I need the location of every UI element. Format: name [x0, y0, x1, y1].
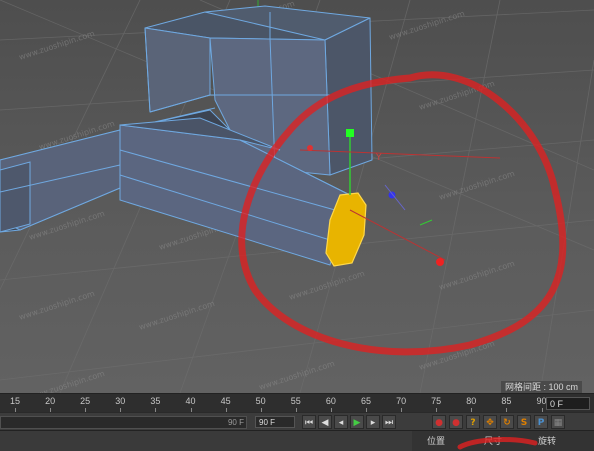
timeline-tick-label: 80	[466, 396, 477, 406]
3d-viewport[interactable]: www.zuoshipin.com www.zuoshipin.com www.…	[0, 0, 594, 393]
timeline-tick-label: 20	[45, 396, 56, 406]
record-icon[interactable]: ●	[432, 415, 446, 429]
gizmo-y-handle[interactable]	[346, 129, 354, 137]
playback-bar: 90 F 90 F ⏮ ◀ ◂ ▶ ▸ ⏭ ● ●? ✥ ↻ S P ▦	[0, 412, 594, 431]
goto-end-icon[interactable]: ⏭	[382, 415, 396, 429]
red-annotation-stroke	[457, 437, 538, 450]
watermark: www.zuoshipin.com	[138, 299, 216, 332]
gizmo-plane[interactable]	[419, 219, 433, 226]
timeline-tick-label: 15	[9, 396, 21, 406]
frame-range-slider[interactable]: 90 F	[0, 416, 247, 429]
timeline-tick-label: 50	[255, 396, 266, 406]
move-key-icon[interactable]: ✥	[483, 415, 497, 429]
grid-spacing-label: 网格间距 : 100 cm	[500, 381, 582, 393]
keyframe-icon[interactable]: ?	[466, 415, 480, 429]
watermark: www.zuoshipin.com	[258, 359, 336, 392]
gizmo-z-axis[interactable]	[384, 184, 406, 211]
tab-position[interactable]: 位置	[427, 434, 445, 447]
rotate-key-icon[interactable]: ↻	[500, 415, 514, 429]
timeline-tick-label: 70	[396, 396, 407, 406]
viewport-scene[interactable]: www.zuoshipin.com www.zuoshipin.com www.…	[0, 0, 594, 393]
timeline-tick-label: 30	[115, 396, 126, 406]
timeline-tick-label: 90	[536, 396, 547, 406]
watermark: www.zuoshipin.com	[438, 259, 516, 292]
attributes-panel: 位置 尺寸 旋转	[0, 430, 594, 451]
watermark: www.zuoshipin.com	[418, 79, 496, 112]
autokey-icon[interactable]: ●	[449, 415, 463, 429]
param-key-icon[interactable]: P	[534, 415, 548, 429]
watermark: www.zuoshipin.com	[388, 9, 466, 42]
timeline-tick-label: 55	[290, 396, 301, 406]
watermark: www.zuoshipin.com	[438, 169, 516, 202]
play-icon[interactable]: ▶	[350, 415, 364, 429]
current-frame-field[interactable]: 0 F	[546, 397, 590, 410]
gizmo-x-handle[interactable]	[307, 145, 313, 151]
axis-y-text: Y	[375, 153, 382, 163]
next-frame-icon[interactable]: ▸	[366, 415, 380, 429]
prev-key-icon[interactable]: ◀	[318, 415, 332, 429]
timeline-tick-label: 35	[150, 396, 161, 406]
gizmo-x-handle[interactable]	[436, 258, 444, 266]
prev-frame-icon[interactable]: ◂	[334, 415, 348, 429]
coordinate-manager-header	[0, 431, 412, 451]
goto-start-icon[interactable]: ⏮	[302, 415, 316, 429]
timeline-ruler[interactable]: 15 20 25 30 35 40 45 50 55 60 65 70 75 80 85 90 0 F	[0, 393, 594, 413]
watermark: www.zuoshipin.com	[18, 29, 96, 62]
watermark: www.zuoshipin.com	[18, 289, 96, 322]
timeline-tick-label: 25	[80, 396, 91, 406]
timeline-tick-label: 45	[220, 396, 231, 406]
range-end-label: 90 F	[227, 418, 244, 427]
timeline-tick-label: 85	[501, 396, 512, 406]
scale-key-icon[interactable]: S	[517, 415, 531, 429]
end-frame-field[interactable]: 90 F	[255, 416, 295, 428]
timeline-tick-label: 65	[360, 396, 372, 406]
timeline-tick-label: 60	[325, 396, 336, 406]
grid-key-icon[interactable]: ▦	[551, 415, 565, 429]
timeline-tick-label: 40	[185, 396, 196, 406]
timeline-tick-label: 75	[431, 396, 442, 406]
